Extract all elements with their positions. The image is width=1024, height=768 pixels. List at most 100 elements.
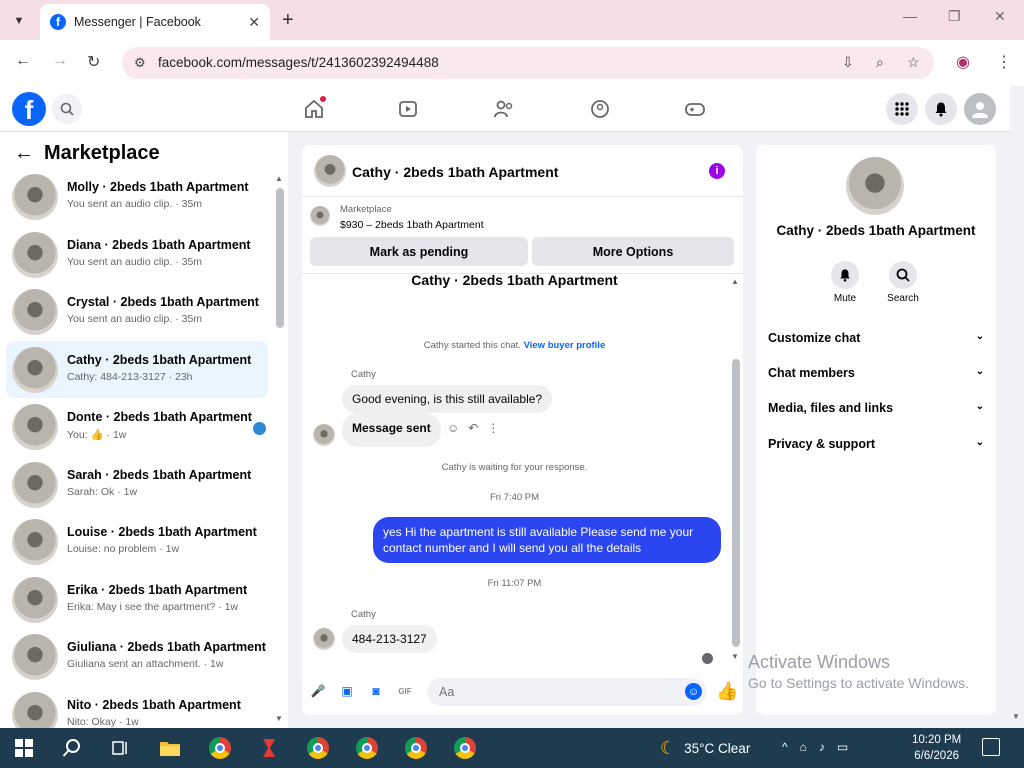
- chat-header-name[interactable]: Cathy · 2beds 1bath Apartment: [352, 164, 558, 180]
- conversation-item[interactable]: Donte · 2beds 1bath Apartment You: 👍 · 1…: [6, 398, 268, 456]
- bookmark-star-icon[interactable]: ☆: [907, 54, 920, 71]
- url-text[interactable]: facebook.com/messages/t/2413602392494488: [158, 55, 439, 70]
- info-icon[interactable]: i: [709, 163, 725, 179]
- taskbar-clock[interactable]: 10:20 PM 6/6/2026: [912, 733, 961, 764]
- more-actions-icon[interactable]: ⋮: [487, 421, 499, 435]
- back-icon[interactable]: ←: [15, 52, 31, 70]
- tray-chevron-icon[interactable]: ^: [782, 740, 788, 754]
- fb-search-button[interactable]: [52, 94, 82, 124]
- view-buyer-profile-link[interactable]: View buyer profile: [524, 340, 606, 351]
- chrome-menu-icon[interactable]: ⋮: [996, 52, 1012, 72]
- close-tab-icon[interactable]: ✕: [248, 14, 260, 31]
- privacy-support-section[interactable]: Privacy & support ⌄: [768, 437, 984, 457]
- message-input[interactable]: [427, 678, 707, 706]
- info-avatar[interactable]: [846, 157, 904, 215]
- conversation-avatar: [12, 691, 58, 728]
- menu-grid-button[interactable]: [886, 93, 918, 125]
- conversation-item[interactable]: Diana · 2beds 1bath Apartment You sent a…: [6, 226, 268, 284]
- conversation-avatar: [12, 404, 58, 450]
- address-bar[interactable]: ⚙ facebook.com/messages/t/24136023924944…: [122, 47, 934, 79]
- minimize-icon[interactable]: —: [903, 8, 917, 24]
- chrome-taskbar-icon[interactable]: [453, 736, 477, 760]
- restore-icon[interactable]: ❐: [948, 8, 961, 25]
- app-taskbar-icon[interactable]: [257, 736, 281, 760]
- sidebar-scrollbar[interactable]: [276, 188, 284, 328]
- chrome-taskbar-icon[interactable]: [355, 736, 379, 760]
- video-icon[interactable]: [397, 98, 419, 120]
- sticker-icon[interactable]: ◙: [368, 683, 384, 699]
- chat-scrollbar[interactable]: [732, 359, 740, 647]
- volume-icon[interactable]: ♪: [819, 740, 825, 754]
- thumbs-up-icon[interactable]: 👍: [716, 681, 738, 702]
- photo-icon[interactable]: ▣: [339, 683, 355, 699]
- chat-scroll-up-icon[interactable]: ▲: [731, 277, 739, 286]
- windows-start-icon[interactable]: [12, 736, 36, 760]
- weather-widget[interactable]: ☾ 35°C Clear: [660, 738, 750, 759]
- sidebar-scroll-up-icon[interactable]: ▲: [275, 174, 283, 183]
- new-tab-icon[interactable]: +: [282, 9, 294, 32]
- customize-chat-section[interactable]: Customize chat ⌄: [768, 331, 984, 351]
- profile-icon[interactable]: ◉: [956, 52, 970, 72]
- conversation-item[interactable]: Nito · 2beds 1bath Apartment Nito: Okay …: [6, 686, 268, 728]
- conversation-item[interactable]: Erika · 2beds 1bath Apartment Erika: May…: [6, 571, 268, 629]
- forward-icon[interactable]: →: [52, 52, 68, 70]
- chevron-down-icon: ⌄: [975, 437, 984, 448]
- conversation-item[interactable]: Louise · 2beds 1bath Apartment Louise: n…: [6, 513, 268, 571]
- facebook-logo-icon[interactable]: f: [12, 92, 46, 126]
- chat-header-avatar[interactable]: [314, 155, 346, 187]
- microphone-icon[interactable]: 🎤: [310, 683, 326, 699]
- reload-icon[interactable]: ↻: [87, 52, 100, 72]
- sender-avatar[interactable]: [313, 424, 335, 446]
- incoming-message[interactable]: Good evening, is this still available?: [342, 385, 553, 413]
- incoming-message[interactable]: Message sent: [342, 413, 441, 447]
- chat-scroll-down-icon[interactable]: ▼: [731, 652, 739, 661]
- conversation-item-active[interactable]: Cathy · 2beds 1bath Apartment Cathy: 484…: [6, 340, 268, 398]
- sender-avatar[interactable]: [313, 628, 335, 650]
- tab-search-chevron-icon[interactable]: ▼: [8, 10, 30, 32]
- display-icon[interactable]: ▭: [837, 740, 848, 754]
- gif-icon[interactable]: GIF: [397, 683, 413, 699]
- taskbar-search-icon[interactable]: [60, 736, 84, 760]
- media-files-links-section[interactable]: Media, files and links ⌄: [768, 401, 984, 421]
- close-window-icon[interactable]: ✕: [994, 8, 1006, 25]
- more-options-button[interactable]: More Options: [532, 237, 734, 266]
- react-emoji-icon[interactable]: ☺: [447, 421, 459, 435]
- chrome-taskbar-icon[interactable]: [208, 736, 232, 760]
- groups-icon[interactable]: [589, 98, 611, 120]
- zoom-icon[interactable]: ⌕: [876, 54, 884, 71]
- conversation-avatar: [12, 174, 58, 220]
- friends-icon[interactable]: [493, 98, 515, 120]
- page-scroll-down-icon[interactable]: ▼: [1012, 712, 1020, 721]
- conversation-item[interactable]: Giuliana · 2beds 1bath Apartment Giulian…: [6, 628, 268, 686]
- site-info-icon[interactable]: ⚙: [134, 55, 146, 71]
- gaming-icon[interactable]: [684, 98, 706, 120]
- mute-button[interactable]: [831, 261, 859, 289]
- notification-center-icon[interactable]: [982, 738, 1000, 756]
- listing-thumbnail[interactable]: [310, 206, 330, 226]
- account-avatar[interactable]: [964, 93, 996, 125]
- listing-price[interactable]: $930 – 2beds 1bath Apartment: [340, 219, 484, 231]
- install-app-icon[interactable]: ⇩: [842, 54, 854, 71]
- chat-members-section[interactable]: Chat members ⌄: [768, 366, 984, 386]
- search-in-chat-button[interactable]: [889, 261, 917, 289]
- emoji-icon[interactable]: ☺: [685, 683, 702, 700]
- back-arrow-icon[interactable]: ←: [14, 142, 34, 165]
- file-explorer-icon[interactable]: [158, 736, 182, 760]
- reply-icon[interactable]: ↶: [468, 421, 478, 435]
- mark-as-pending-button[interactable]: Mark as pending: [310, 237, 528, 266]
- task-view-icon[interactable]: [108, 736, 132, 760]
- search-action[interactable]: Search: [878, 261, 928, 304]
- conversation-item[interactable]: Crystal · 2beds 1bath Apartment You sent…: [6, 283, 268, 341]
- chrome-taskbar-icon[interactable]: [404, 736, 428, 760]
- conversation-item[interactable]: Molly · 2beds 1bath Apartment You sent a…: [6, 168, 268, 226]
- browser-tab[interactable]: f Messenger | Facebook ✕: [40, 4, 270, 40]
- network-icon[interactable]: ⌂: [800, 740, 807, 754]
- conversation-snippet: Louise: no problem · 1w: [67, 543, 180, 555]
- chrome-taskbar-icon[interactable]: [306, 736, 330, 760]
- conversation-item[interactable]: Sarah · 2beds 1bath Apartment Sarah: Ok …: [6, 456, 268, 514]
- outgoing-message[interactable]: yes Hi the apartment is still available …: [373, 517, 721, 564]
- incoming-message[interactable]: 484-213-3127: [342, 625, 437, 653]
- notifications-button[interactable]: [925, 93, 957, 125]
- mute-action[interactable]: Mute: [820, 261, 870, 304]
- sidebar-scroll-down-icon[interactable]: ▼: [275, 714, 283, 723]
